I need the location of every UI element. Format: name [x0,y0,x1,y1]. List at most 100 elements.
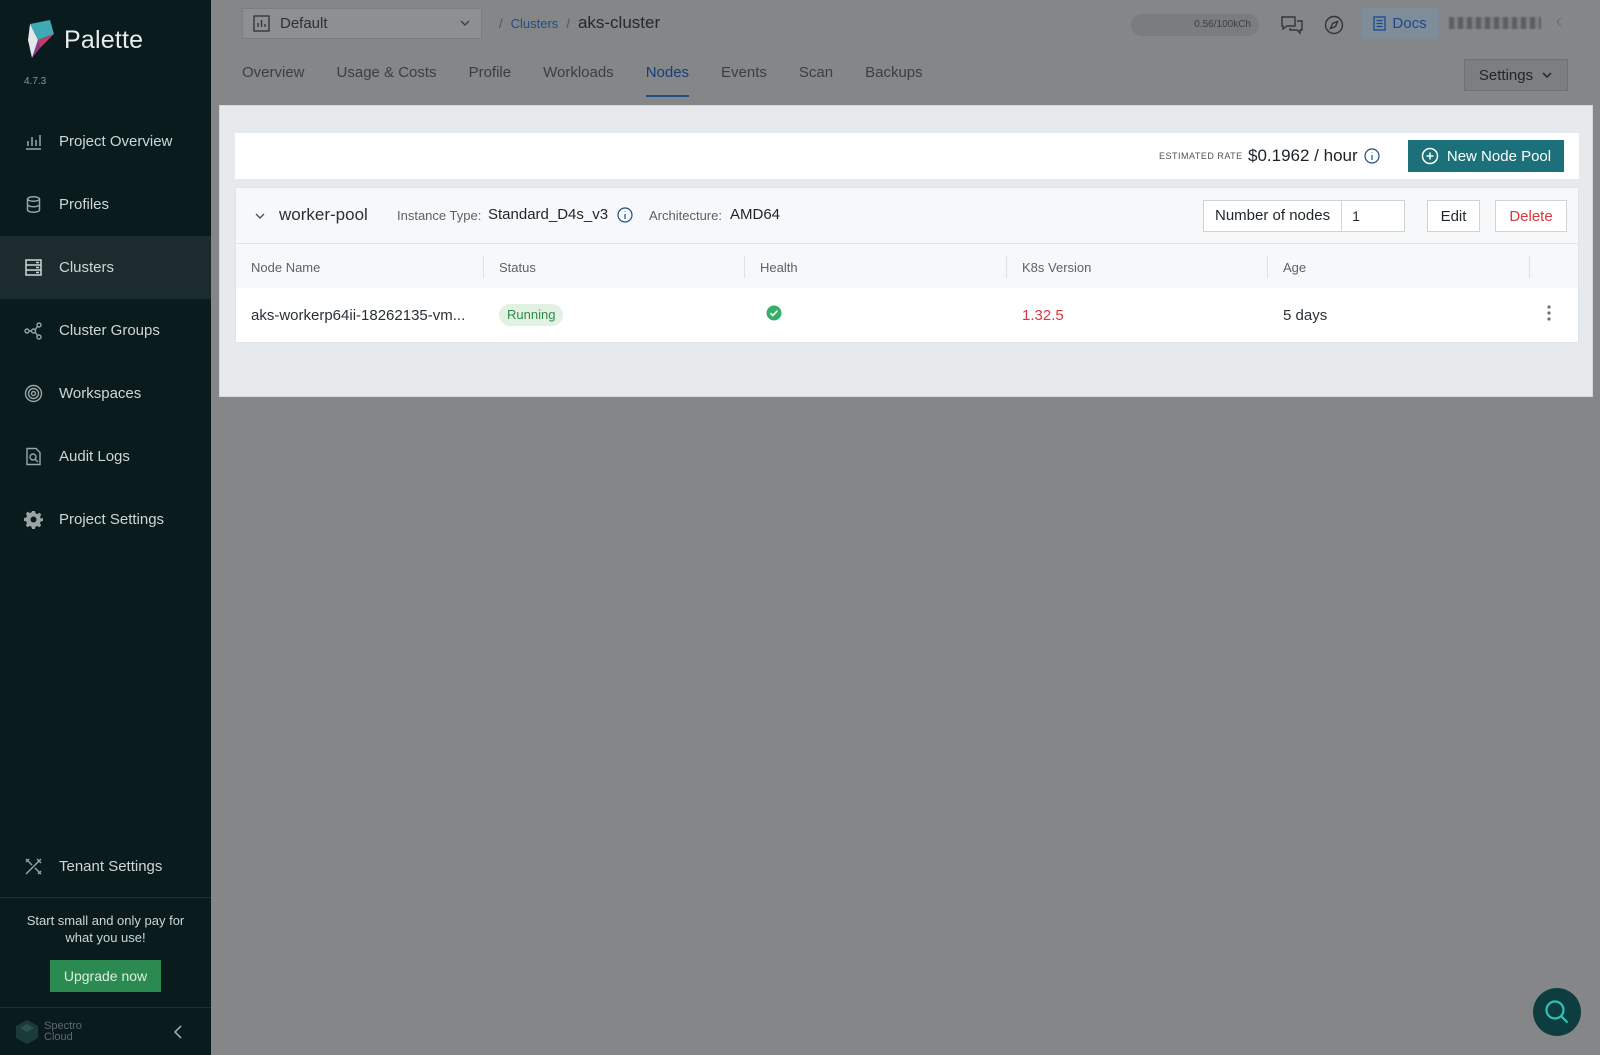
node-name-cell[interactable]: aks-workerp64ii-18262135-vm... [251,307,465,324]
top-bar: Default / Clusters / aks-cluster 0.56/10… [211,0,1600,48]
gear-icon [24,510,43,529]
user-menu-chevron-icon[interactable] [1556,16,1562,28]
upgrade-promo: Start small and only pay for what you us… [0,897,211,1007]
estimated-rate-label: ESTIMATED RATE [1159,151,1243,161]
cluster-tabs: Overview Usage & Costs Profile Workloads… [242,64,923,97]
target-icon [24,384,43,403]
sidebar-item-cluster-groups[interactable]: Cluster Groups [0,299,211,362]
instance-type-label: Instance Type: [397,208,482,223]
help-search-button[interactable] [1533,988,1581,1036]
sidebar-item-clusters[interactable]: Clusters [0,236,211,299]
tab-workloads[interactable]: Workloads [543,64,614,97]
age-cell: 5 days [1283,307,1328,324]
sidebar-item-label: Tenant Settings [59,858,163,875]
number-of-nodes-control: Number of nodes [1203,200,1406,232]
new-node-pool-label: New Node Pool [1446,147,1552,165]
column-divider [1267,256,1268,278]
breadcrumb-separator: / [566,15,570,31]
docs-label: Docs [1392,15,1427,32]
edit-button[interactable]: Edit [1427,200,1480,232]
user-menu[interactable] [1449,17,1541,29]
docs-button[interactable]: Docs [1361,8,1439,39]
sidebar-bottom: Tenant Settings [0,835,211,898]
tab-scan[interactable]: Scan [799,64,833,97]
search-icon [1545,1000,1569,1024]
sidebar-item-label: Cluster Groups [59,322,160,339]
node-pool-header: worker-pool Instance Type: Standard_D4s_… [236,188,1578,244]
tab-nodes[interactable]: Nodes [645,64,690,97]
spectro-cloud-brand: Spectro Cloud [44,1019,82,1043]
number-of-nodes-input[interactable] [1342,201,1405,231]
sidebar-item-project-settings[interactable]: Project Settings [0,488,211,551]
sidebar-item-profiles[interactable]: Profiles [0,173,211,236]
more-options-icon[interactable] [1546,304,1552,322]
column-header-health[interactable]: Health [760,260,798,275]
app-name: Palette [64,25,144,54]
compass-icon[interactable] [1322,13,1346,37]
chevron-down-icon [1542,72,1552,79]
tab-profile[interactable]: Profile [469,64,512,97]
k8s-version-cell: 1.32.5 [1022,307,1064,324]
sidebar-item-tenant-settings[interactable]: Tenant Settings [0,835,211,898]
nodes-panel: ESTIMATED RATE $0.1962 / hour New Node P… [219,105,1593,397]
usage-indicator[interactable]: 0.56/100kCh [1131,14,1259,36]
info-icon[interactable] [617,207,633,223]
node-pool-card: worker-pool Instance Type: Standard_D4s_… [235,187,1579,343]
document-icon [1373,16,1387,31]
sidebar-item-label: Audit Logs [59,448,130,465]
sidebar-item-workspaces[interactable]: Workspaces [0,362,211,425]
spectro-cloud-logo-icon [16,1019,38,1044]
sidebar-item-label: Workspaces [59,385,142,402]
tools-icon [24,857,43,876]
sidebar-item-project-overview[interactable]: Project Overview [0,110,211,173]
project-selector[interactable]: Default [242,8,482,39]
instance-type-value: Standard_D4s_v3 [488,206,609,223]
promo-text: Start small and only pay for what you us… [26,913,185,945]
column-header-age[interactable]: Age [1283,260,1306,275]
table-row[interactable]: aks-workerp64ii-18262135-vm... Running 1… [236,288,1578,342]
tab-usage-costs[interactable]: Usage & Costs [337,64,437,97]
info-icon[interactable] [1364,148,1380,164]
column-header-status[interactable]: Status [499,260,536,275]
column-divider [1006,256,1007,278]
collapse-sidebar-icon[interactable] [173,1024,183,1040]
sidebar-item-label: Profiles [59,196,110,213]
column-header-k8s-version[interactable]: K8s Version [1022,260,1091,275]
column-header-node-name[interactable]: Node Name [251,260,320,275]
project-name: Default [280,15,328,32]
tab-events[interactable]: Events [721,64,767,97]
column-divider [1529,256,1530,278]
sidebar-item-audit-logs[interactable]: Audit Logs [0,425,211,488]
number-of-nodes-label: Number of nodes [1204,201,1343,231]
architecture-label: Architecture: [649,208,722,223]
breadcrumb-current: aks-cluster [577,13,661,32]
search-document-icon [24,447,43,466]
settings-dropdown-button[interactable]: Settings [1464,59,1568,91]
clusters-icon [24,258,43,277]
project-chart-icon [253,15,270,32]
breadcrumb-clusters-link[interactable]: Clusters [511,16,559,31]
delete-button[interactable]: Delete [1495,200,1567,232]
chart-icon [24,132,43,151]
column-divider [483,256,484,278]
tab-backups[interactable]: Backups [865,64,923,97]
chat-icon[interactable] [1280,13,1304,37]
status-badge: Running [499,304,564,326]
estimated-rate-value: $0.1962 / hour [1248,146,1358,165]
app-logo[interactable]: Palette [26,18,143,62]
upgrade-button[interactable]: Upgrade now [50,960,161,992]
rate-bar: ESTIMATED RATE $0.1962 / hour New Node P… [235,133,1579,179]
network-icon [24,321,43,340]
app-version: 4.7.3 [24,76,47,87]
tab-overview[interactable]: Overview [242,64,305,97]
new-node-pool-button[interactable]: New Node Pool [1408,140,1564,172]
sidebar-item-label: Project Overview [59,133,173,150]
settings-label: Settings [1478,66,1534,84]
sidebar-footer: Spectro Cloud [0,1007,211,1055]
chevron-down-icon[interactable] [254,210,266,222]
sidebar-nav: Project Overview Profiles Clusters Clust… [0,110,211,551]
chevron-down-icon [460,20,470,26]
node-pool-name: worker-pool [279,205,368,224]
sidebar-item-label: Project Settings [59,511,165,528]
plus-circle-icon [1421,147,1439,165]
